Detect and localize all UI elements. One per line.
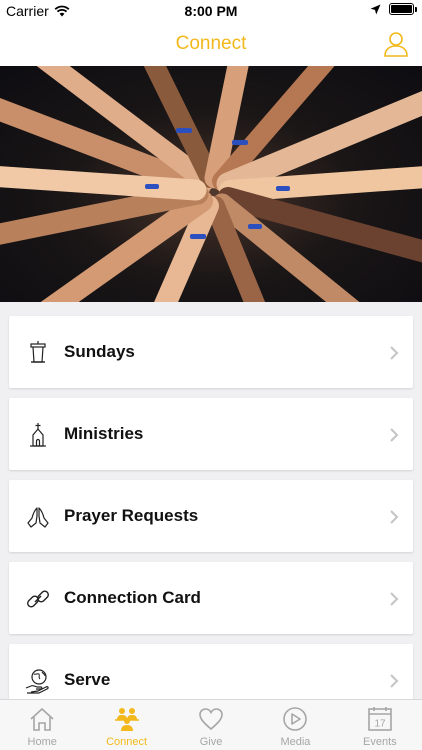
calendar-icon: 17 — [368, 707, 392, 731]
menu-item-prayer-requests[interactable]: Prayer Requests — [9, 480, 413, 552]
tab-connect[interactable]: Connect — [84, 700, 168, 750]
hands-together-illustration — [0, 66, 422, 302]
menu-item-label: Ministries — [64, 424, 144, 443]
profile-icon[interactable] — [382, 30, 410, 58]
battery-icon — [389, 3, 417, 15]
chevron-right-icon — [390, 674, 399, 688]
people-icon — [114, 708, 139, 731]
menu-item-ministries[interactable]: Ministries — [9, 398, 413, 470]
tab-label: Home — [27, 736, 57, 748]
tab-label: Connect — [106, 736, 148, 748]
chevron-right-icon — [390, 510, 399, 524]
tab-bar: Home Connect Give Media 17 Events — [0, 699, 422, 750]
chevron-right-icon — [390, 346, 399, 360]
pulpit-icon — [30, 341, 46, 363]
praying-hands-icon — [27, 507, 49, 528]
menu-item-label: Prayer Requests — [64, 506, 199, 525]
menu-item-connection-card[interactable]: Connection Card — [9, 562, 413, 634]
menu-item-label: Serve — [64, 670, 111, 689]
menu-item-sundays[interactable]: Sundays — [9, 316, 413, 388]
tab-give[interactable]: Give — [169, 700, 253, 750]
chevron-right-icon — [390, 592, 399, 606]
tab-home[interactable]: Home — [0, 700, 84, 750]
location-arrow-icon — [370, 4, 381, 14]
serve-globe-icon — [25, 669, 49, 694]
church-icon — [30, 423, 46, 447]
link-icon — [27, 590, 49, 608]
home-icon — [30, 707, 54, 731]
menu-item-label: Connection Card — [64, 588, 201, 607]
heart-icon — [199, 708, 223, 731]
play-icon — [283, 707, 308, 731]
chevron-right-icon — [390, 428, 399, 442]
tab-events[interactable]: 17 Events — [338, 700, 422, 750]
calendar-day: 17 — [374, 719, 386, 730]
tab-media[interactable]: Media — [253, 700, 337, 750]
page-title: Connect — [175, 33, 247, 54]
tab-label: Media — [280, 736, 311, 748]
hero-image — [0, 66, 422, 302]
tab-label: Give — [199, 736, 223, 748]
tab-label: Events — [363, 736, 397, 748]
menu-item-label: Sundays — [64, 342, 135, 361]
status-bar: Carrier 8:00 PM — [0, 0, 422, 22]
nav-bar: Connect — [0, 22, 422, 66]
status-time: 8:00 PM — [184, 3, 238, 19]
